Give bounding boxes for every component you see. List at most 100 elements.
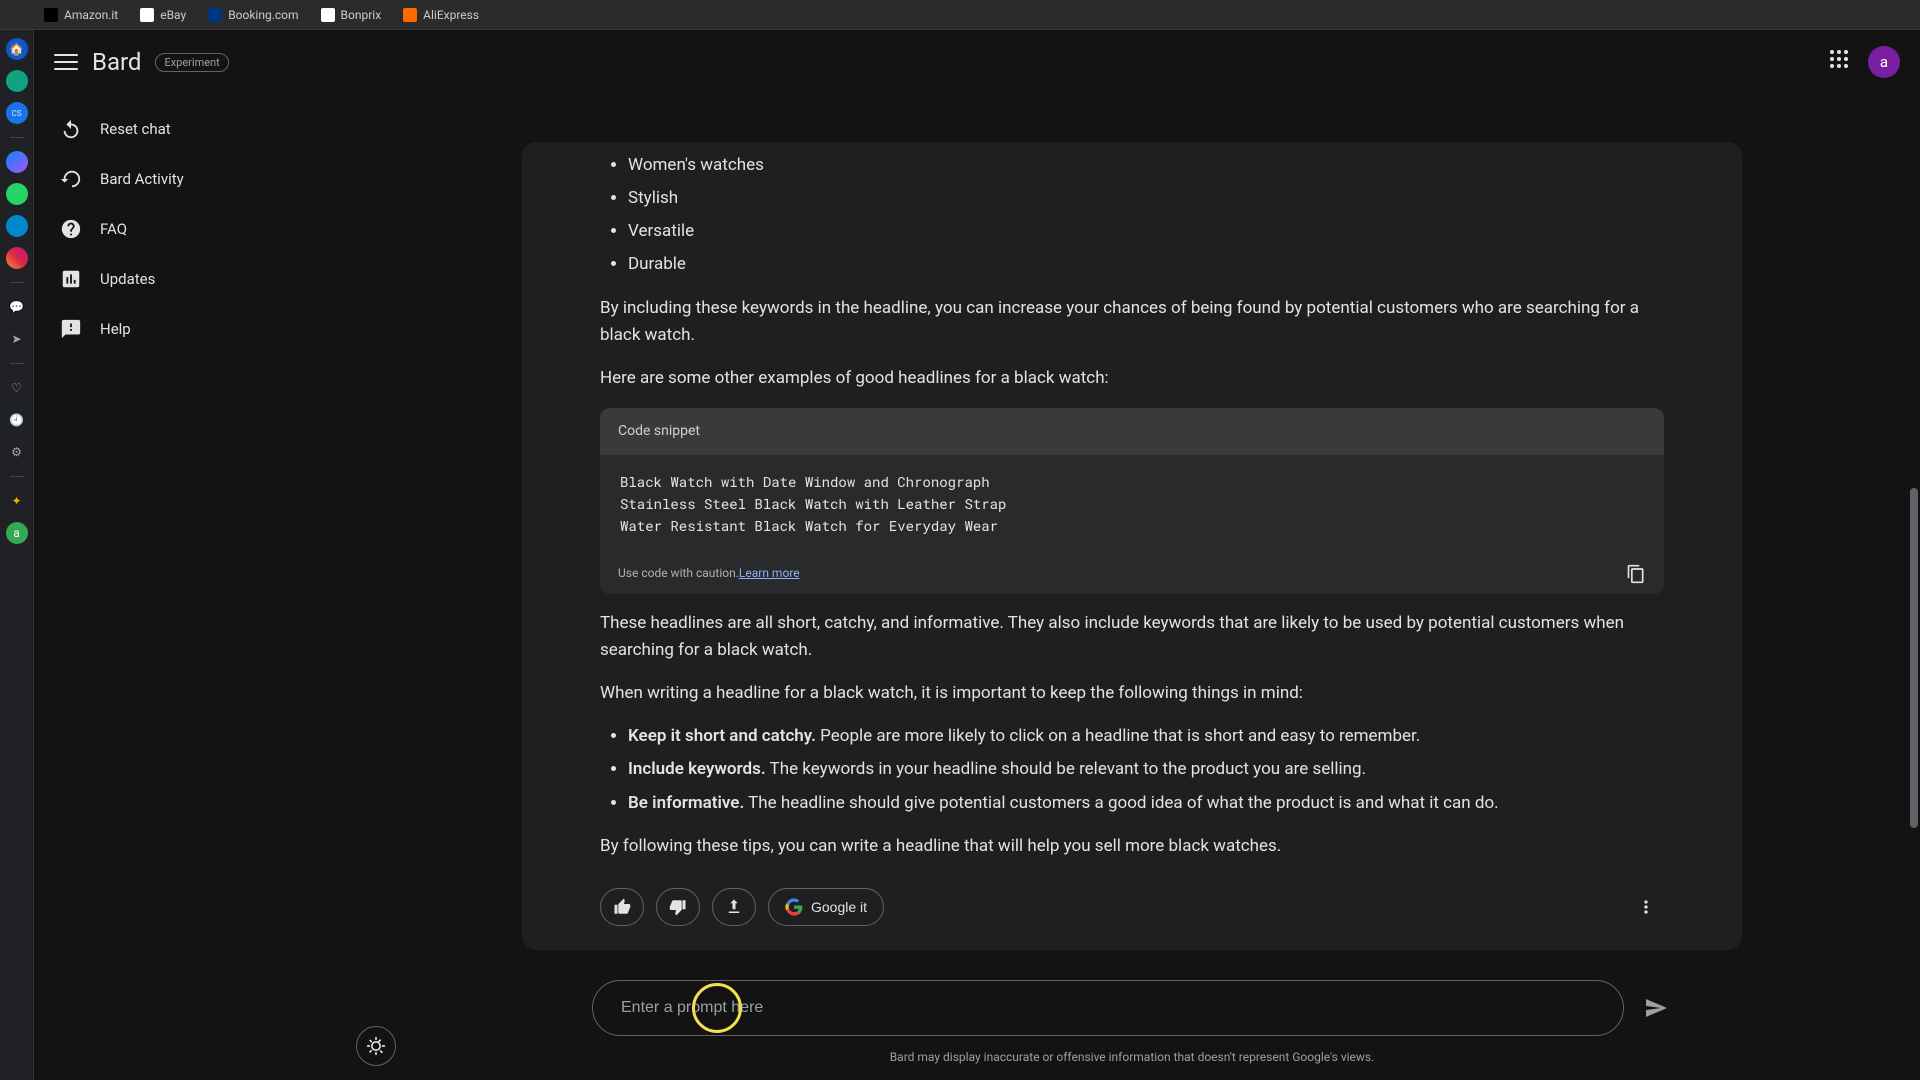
code-block: Code snippet Black Watch with Date Windo… — [600, 408, 1664, 594]
paragraph: By following these tips, you can write a… — [600, 833, 1664, 860]
separator — [10, 282, 24, 283]
help-icon — [60, 218, 82, 240]
list-item: Be informative. The headline should give… — [628, 790, 1664, 817]
disclaimer: Bard may display inaccurate or offensive… — [890, 1050, 1375, 1064]
header: Bard Experiment a — [34, 30, 1920, 94]
paragraph: Here are some other examples of good hea… — [600, 365, 1664, 392]
reset-icon — [60, 118, 82, 140]
list-item: Women's watches — [628, 152, 1664, 179]
favicon — [321, 8, 335, 22]
sidebar-item-label: Bard Activity — [100, 170, 184, 188]
sidebar-item-activity[interactable]: Bard Activity — [46, 156, 332, 202]
share-button[interactable] — [712, 888, 756, 926]
prompt-input[interactable] — [592, 980, 1624, 1036]
tips-list: Keep it short and catchy. People are mor… — [600, 723, 1664, 817]
content: Women's watches Stylish Versatile Durabl… — [344, 94, 1920, 1080]
browser-tab[interactable]: Bonprix — [315, 4, 388, 26]
rail-icon[interactable]: a — [6, 522, 28, 544]
chat-scroll[interactable]: Women's watches Stylish Versatile Durabl… — [522, 94, 1742, 980]
sidebar-item-reset-chat[interactable]: Reset chat — [46, 106, 332, 152]
more-vert-icon — [1636, 897, 1656, 917]
rail-icon[interactable]: ✦ — [6, 490, 28, 512]
share-icon — [725, 898, 743, 916]
rail-icon[interactable]: 🕘 — [6, 409, 28, 431]
list-item: Durable — [628, 251, 1664, 278]
more-options-button[interactable] — [1628, 889, 1664, 925]
tip-bold: Be informative. — [628, 793, 744, 813]
updates-icon — [60, 268, 82, 290]
browser-tab[interactable]: Booking.com — [202, 4, 304, 26]
sidebar-item-label: FAQ — [100, 220, 127, 238]
rail-icon[interactable] — [6, 151, 28, 173]
send-button[interactable] — [1640, 992, 1672, 1024]
caution-text: Use code with caution. — [618, 564, 739, 583]
prompt-input-row — [592, 980, 1672, 1036]
thumbs-up-button[interactable] — [600, 888, 644, 926]
code-footer: Use code with caution. Learn more — [600, 554, 1664, 594]
copy-icon[interactable] — [1626, 564, 1646, 584]
scrollbar[interactable] — [1910, 488, 1918, 828]
bullet-list: Women's watches Stylish Versatile Durabl… — [600, 152, 1664, 279]
rail-icon[interactable]: ♡ — [6, 377, 28, 399]
tab-label: Amazon.it — [64, 8, 118, 22]
tip-bold: Include keywords. — [628, 759, 766, 779]
list-item: Keep it short and catchy. People are mor… — [628, 723, 1664, 750]
activity-icon — [60, 168, 82, 190]
sidebar-item-label: Help — [100, 320, 131, 338]
browser-tab[interactable]: Amazon.it — [38, 4, 124, 26]
thumbs-up-icon — [613, 898, 631, 916]
brand-title: Bard — [92, 48, 141, 76]
sidebar: Reset chat Bard Activity FAQ Updates Hel… — [34, 94, 344, 1080]
avatar[interactable]: a — [1868, 46, 1900, 78]
separator — [10, 476, 24, 477]
send-icon — [1644, 996, 1668, 1020]
rail-icon[interactable]: 💬 — [6, 296, 28, 318]
rail-icon[interactable] — [6, 70, 28, 92]
list-item: Versatile — [628, 218, 1664, 245]
feedback-icon — [60, 318, 82, 340]
favicon — [140, 8, 154, 22]
rail-icon[interactable] — [6, 247, 28, 269]
rail-icon[interactable]: ⚙ — [6, 441, 28, 463]
browser-tabs: Amazon.it eBay Booking.com Bonprix AliEx… — [0, 0, 1920, 30]
google-it-button[interactable]: Google it — [768, 888, 884, 926]
sidebar-item-faq[interactable]: FAQ — [46, 206, 332, 252]
separator — [10, 137, 24, 138]
rail-icon[interactable] — [6, 215, 28, 237]
sidebar-item-help[interactable]: Help — [46, 306, 332, 352]
learn-more-link[interactable]: Learn more — [739, 564, 800, 583]
apps-grid-icon[interactable] — [1830, 50, 1854, 74]
rail-icon[interactable]: ➤ — [6, 328, 28, 350]
experiment-badge: Experiment — [155, 53, 228, 72]
tip-bold: Keep it short and catchy. — [628, 726, 816, 746]
tab-label: AliExpress — [423, 8, 479, 22]
list-item: Include keywords. The keywords in your h… — [628, 756, 1664, 783]
rail-icon[interactable]: 🏠 — [6, 38, 28, 60]
google-logo-icon — [785, 898, 803, 916]
thumbs-down-button[interactable] — [656, 888, 700, 926]
favicon — [403, 8, 417, 22]
list-item: Stylish — [628, 185, 1664, 212]
paragraph: By including these keywords in the headl… — [600, 295, 1664, 349]
rail-icon[interactable]: CS — [6, 102, 28, 124]
rail-icon[interactable] — [6, 183, 28, 205]
browser-tab[interactable]: eBay — [134, 4, 192, 26]
sidebar-item-label: Updates — [100, 270, 155, 288]
action-row: Google it — [600, 888, 1664, 926]
response-card: Women's watches Stylish Versatile Durabl… — [522, 142, 1742, 950]
tip-text: The headline should give potential custo… — [744, 793, 1498, 813]
paragraph: These headlines are all short, catchy, a… — [600, 610, 1664, 664]
tab-label: Booking.com — [228, 8, 298, 22]
tab-label: eBay — [160, 8, 186, 22]
sidebar-item-label: Reset chat — [100, 120, 171, 138]
tip-text: The keywords in your headline should be … — [766, 759, 1366, 779]
theme-toggle-button[interactable] — [356, 1026, 396, 1066]
code-header: Code snippet — [600, 408, 1664, 454]
tip-text: People are more likely to click on a hea… — [816, 726, 1420, 746]
code-body: Black Watch with Date Window and Chronog… — [600, 455, 1664, 554]
browser-tab[interactable]: AliExpress — [397, 4, 485, 26]
tab-label: Bonprix — [341, 8, 382, 22]
menu-icon[interactable] — [54, 50, 78, 74]
sidebar-item-updates[interactable]: Updates — [46, 256, 332, 302]
separator — [10, 363, 24, 364]
